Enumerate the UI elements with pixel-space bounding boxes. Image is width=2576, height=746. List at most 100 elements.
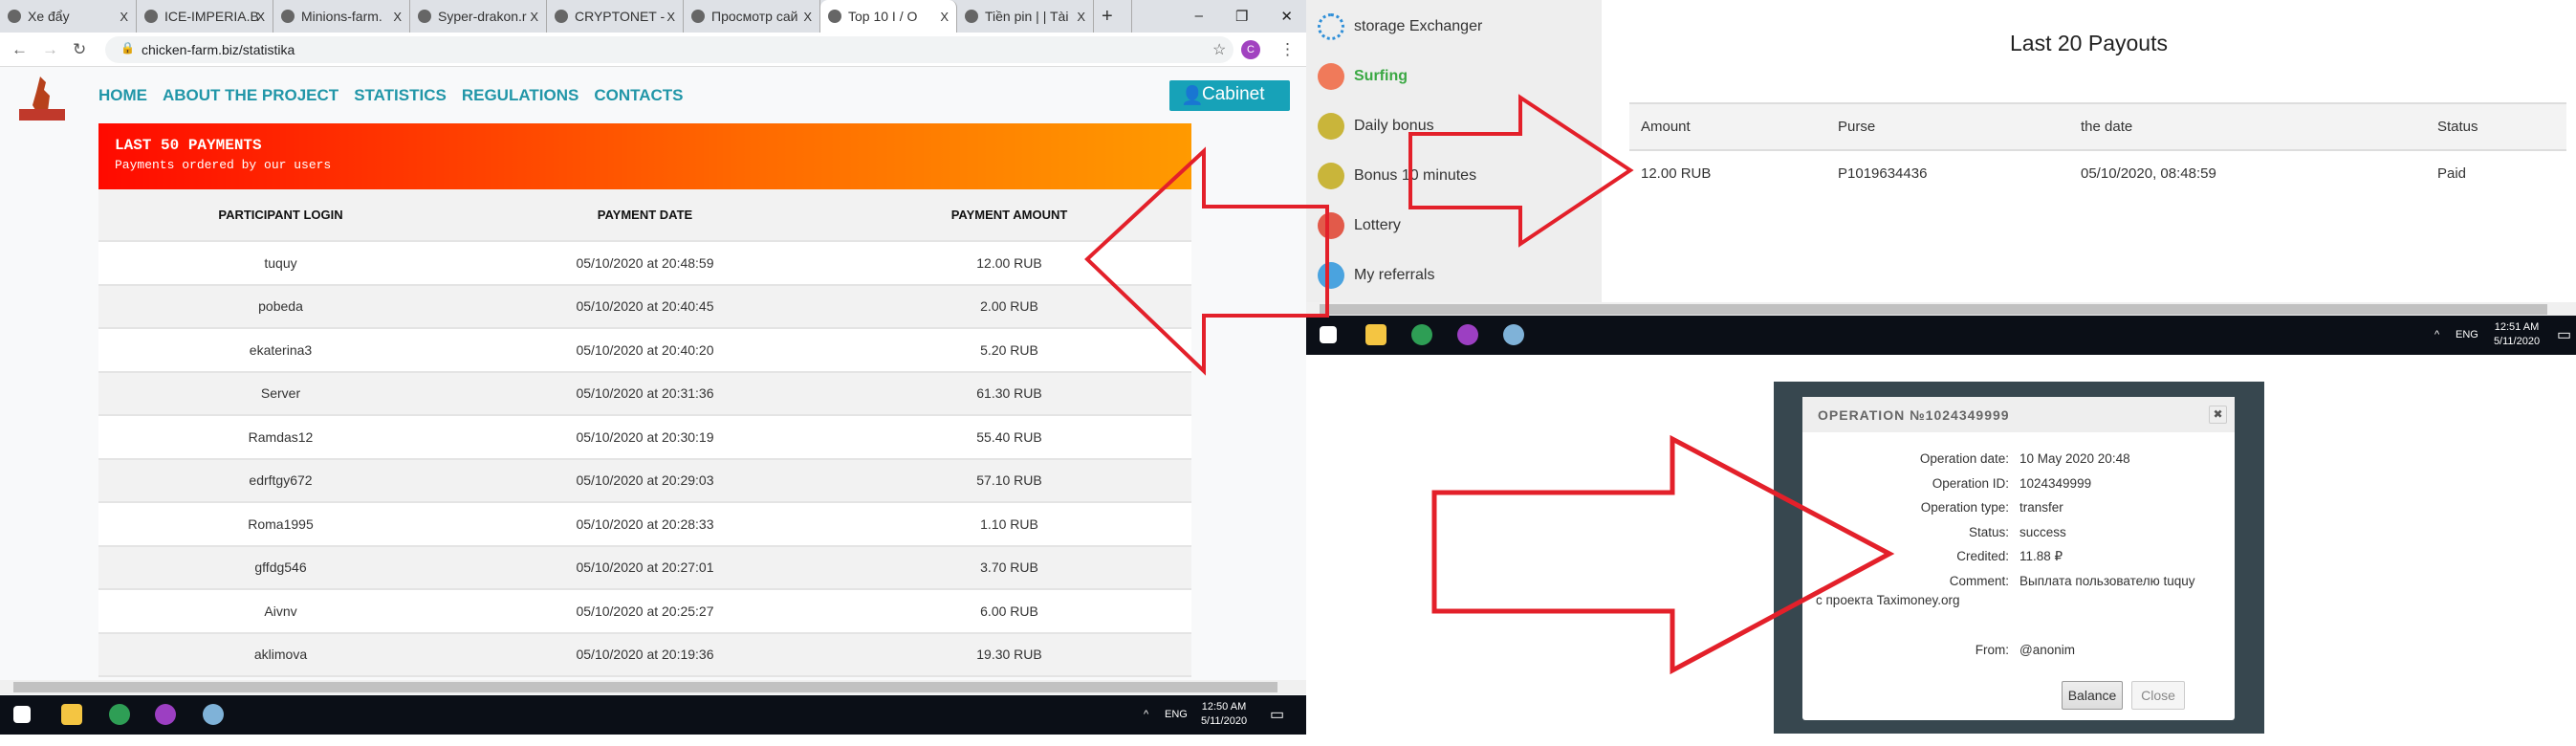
paint-icon[interactable]	[1503, 324, 1524, 345]
paint-icon[interactable]	[203, 704, 224, 725]
reload-icon[interactable]: ↻	[73, 40, 86, 59]
notification-icon[interactable]: ▭	[2557, 325, 2571, 344]
notification-icon[interactable]: ▭	[1270, 705, 1284, 724]
browser-tab[interactable]: Syper-drakon.r X	[410, 0, 547, 33]
clock[interactable]: 12:51 AM 5/11/2020	[2488, 320, 2545, 349]
table-cell: Server	[260, 385, 301, 402]
window-close-icon[interactable]: ✕	[1280, 8, 1293, 25]
table-cell: Roma1995	[248, 516, 314, 532]
sidebar-item-label: Surfing	[1354, 68, 1408, 84]
browser-tab[interactable]: ICE-IMPERIA.B X	[137, 0, 273, 33]
horizontal-scrollbar[interactable]	[0, 680, 1306, 694]
minimize-icon[interactable]: –	[1195, 8, 1203, 25]
restore-icon[interactable]: ❐	[1235, 8, 1248, 25]
tab-close-icon[interactable]: X	[120, 10, 128, 24]
table-cell: Aivnv	[264, 603, 297, 619]
operation-dialog: OPERATION №1024349999 ✖ с проекта Taximo…	[1802, 397, 2235, 720]
browser-tab[interactable]: Top 10 I / O X	[820, 0, 957, 33]
sidebar-item[interactable]: Daily bonus	[1318, 113, 1434, 140]
browser-tab[interactable]: Просмотр сай X	[684, 0, 820, 33]
sidebar-item[interactable]: Lottery	[1318, 212, 1401, 239]
tab-close-icon[interactable]: X	[530, 10, 538, 24]
nav-link[interactable]: STATISTICS	[354, 86, 447, 105]
browser-tab[interactable]: Minions-farm. X	[273, 0, 410, 33]
windows-start-icon[interactable]	[13, 706, 31, 723]
table-cell: 05/10/2020 at 20:29:03	[576, 472, 714, 489]
payments-banner: LAST 50 PAYMENTS Payments ordered by our…	[98, 123, 1191, 189]
column-header: PAYMENT AMOUNT	[950, 208, 1068, 222]
browser-tab[interactable]: CRYPTONET - X	[547, 0, 684, 33]
nav-link[interactable]: ABOUT THE PROJECT	[163, 86, 338, 105]
forward-icon[interactable]: →	[42, 40, 58, 59]
tab-label: Top 10 I / O	[848, 9, 918, 24]
table-cell: ekaterina3	[249, 341, 313, 358]
menu-kebab-icon[interactable]: ⋮	[1279, 40, 1296, 59]
from-label: From:	[1975, 643, 2009, 657]
sidebar-item[interactable]: Bonus 10 minutes	[1318, 163, 1476, 189]
field-label: Operation type:	[1920, 500, 2009, 515]
sidebar-item-label: My referrals	[1354, 267, 1435, 283]
chrome-icon[interactable]	[1457, 324, 1478, 345]
table-cell: Paid	[2437, 165, 2467, 182]
sidebar-item[interactable]: Surfing	[1318, 63, 1408, 90]
tab-label: Xe đẩy	[28, 9, 70, 24]
field-value: success	[2019, 524, 2066, 539]
file-explorer-icon[interactable]	[1365, 324, 1386, 345]
sidebar-item[interactable]: storage Exchanger	[1318, 13, 1482, 40]
field-label: Credited:	[1956, 549, 2009, 563]
horizontal-scrollbar-right[interactable]	[1306, 302, 2576, 317]
column-header: PARTICIPANT LOGIN	[218, 208, 343, 222]
profile-avatar[interactable]: C	[1241, 40, 1260, 59]
slot-777-icon	[1318, 212, 1344, 239]
field-value: 10 May 2020 20:48	[2019, 451, 2130, 466]
column-header: PAYMENT DATE	[597, 208, 693, 222]
chrome-icon[interactable]	[155, 704, 176, 725]
nav-link[interactable]: REGULATIONS	[462, 86, 579, 105]
tray-chevron-icon[interactable]: ^	[2434, 329, 2439, 340]
app-icon[interactable]	[109, 704, 130, 725]
back-icon[interactable]: ←	[11, 40, 28, 59]
tab-bar: Xe đẩy X ICE-IMPERIA.B X Minions-farm. X Syper…	[0, 0, 1306, 33]
tab-close-icon[interactable]: X	[803, 10, 812, 24]
window-controls: – ❐ ✕	[1182, 0, 1306, 33]
field-label: Operation date:	[1919, 451, 2009, 466]
close-icon[interactable]: ✖	[2209, 406, 2227, 424]
table-cell: 3.70 RUB	[980, 560, 1038, 576]
nav-link[interactable]: HOME	[98, 86, 147, 105]
table-cell: 05/10/2020 at 20:40:45	[576, 298, 714, 315]
url-input[interactable]: 🔒 chicken-farm.biz/statistika	[105, 36, 1233, 63]
cabinet-button[interactable]: 👤 Cabinet	[1169, 80, 1290, 111]
table-cell: Ramdas12	[248, 428, 314, 445]
table-cell: 61.30 RUB	[976, 385, 1042, 402]
tray-chevron-icon[interactable]: ^	[1144, 709, 1148, 720]
table-row: ekaterina3 05/10/2020 at 20:40:20 5.20 RUB	[98, 329, 1191, 373]
language-indicator[interactable]: ENG	[1165, 709, 1188, 720]
browser-tab[interactable]: Xe đẩy X	[0, 0, 137, 33]
sidebar-item[interactable]: My referrals	[1318, 262, 1434, 289]
clock[interactable]: 12:50 AM 5/11/2020	[1195, 700, 1253, 729]
table-cell: 2.00 RUB	[980, 298, 1038, 315]
nav-link[interactable]: CONTACTS	[594, 86, 683, 105]
tab-close-icon[interactable]: X	[1077, 10, 1085, 24]
new-tab-button[interactable]: +	[1094, 0, 1132, 33]
payments-table: PARTICIPANT LOGIN PAYMENT DATE PAYMENT AMO…	[98, 189, 1191, 677]
language-indicator[interactable]: ENG	[2456, 329, 2478, 340]
field-label: Comment:	[1949, 573, 2009, 588]
table-cell: 5.20 RUB	[980, 341, 1038, 358]
tab-close-icon[interactable]: X	[666, 10, 675, 24]
balance-button[interactable]: Balance	[2062, 681, 2123, 710]
close-button[interactable]: Close	[2131, 681, 2185, 710]
star-icon[interactable]: ☆	[1212, 40, 1226, 59]
table-cell: 05/10/2020 at 20:25:27	[576, 603, 714, 619]
tab-close-icon[interactable]: X	[256, 10, 265, 24]
table-header: PARTICIPANT LOGIN PAYMENT DATE PAYMENT AMO…	[98, 189, 1191, 242]
tab-close-icon[interactable]: X	[393, 10, 402, 24]
app-icon[interactable]	[1411, 324, 1432, 345]
coin-icon	[1318, 163, 1344, 189]
tab-close-icon[interactable]: X	[940, 10, 949, 24]
windows-start-icon[interactable]	[1320, 326, 1337, 343]
sidebar-item-label: Bonus 10 minutes	[1354, 167, 1477, 184]
file-explorer-icon[interactable]	[61, 704, 82, 725]
browser-tab[interactable]: Tiền pin | | Tài X	[957, 0, 1094, 33]
tab-label: ICE-IMPERIA.B	[164, 9, 259, 24]
